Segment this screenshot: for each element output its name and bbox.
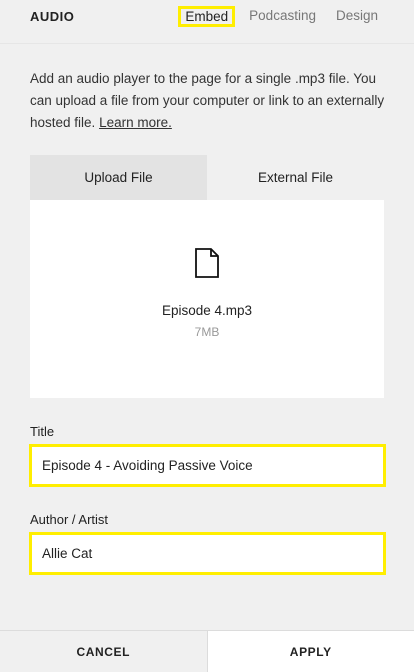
description-text: Add an audio player to the page for a si…	[30, 71, 385, 130]
author-input[interactable]	[29, 532, 386, 575]
tab-upload-file[interactable]: Upload File	[30, 155, 207, 200]
tab-design[interactable]: Design	[330, 6, 384, 27]
description: Add an audio player to the page for a si…	[30, 68, 390, 134]
panel-title: AUDIO	[30, 9, 75, 24]
title-input[interactable]	[29, 444, 386, 487]
tab-podcasting[interactable]: Podcasting	[243, 6, 322, 27]
editor-header: AUDIO Embed Podcasting Design	[0, 0, 414, 44]
file-name: Episode 4.mp3	[161, 303, 253, 318]
uploaded-file-panel[interactable]	[30, 200, 384, 398]
header-tabs: Embed Podcasting Design	[170, 6, 384, 27]
tab-external-file[interactable]: External File	[207, 155, 384, 200]
apply-button[interactable]: APPLY	[207, 631, 414, 672]
tab-embed[interactable]: Embed	[178, 6, 236, 27]
title-label: Title	[30, 424, 55, 439]
learn-more-link[interactable]: Learn more.	[99, 115, 172, 130]
file-icon	[195, 248, 219, 278]
upload-source-tabs: Upload File External File	[30, 155, 384, 200]
audio-block-editor: AUDIO Embed Podcasting Design Add an aud…	[0, 0, 414, 672]
cancel-button[interactable]: CANCEL	[0, 631, 208, 672]
file-size: 7MB	[194, 325, 220, 339]
editor-footer: CANCEL APPLY	[0, 630, 414, 672]
author-label: Author / Artist	[30, 512, 109, 527]
